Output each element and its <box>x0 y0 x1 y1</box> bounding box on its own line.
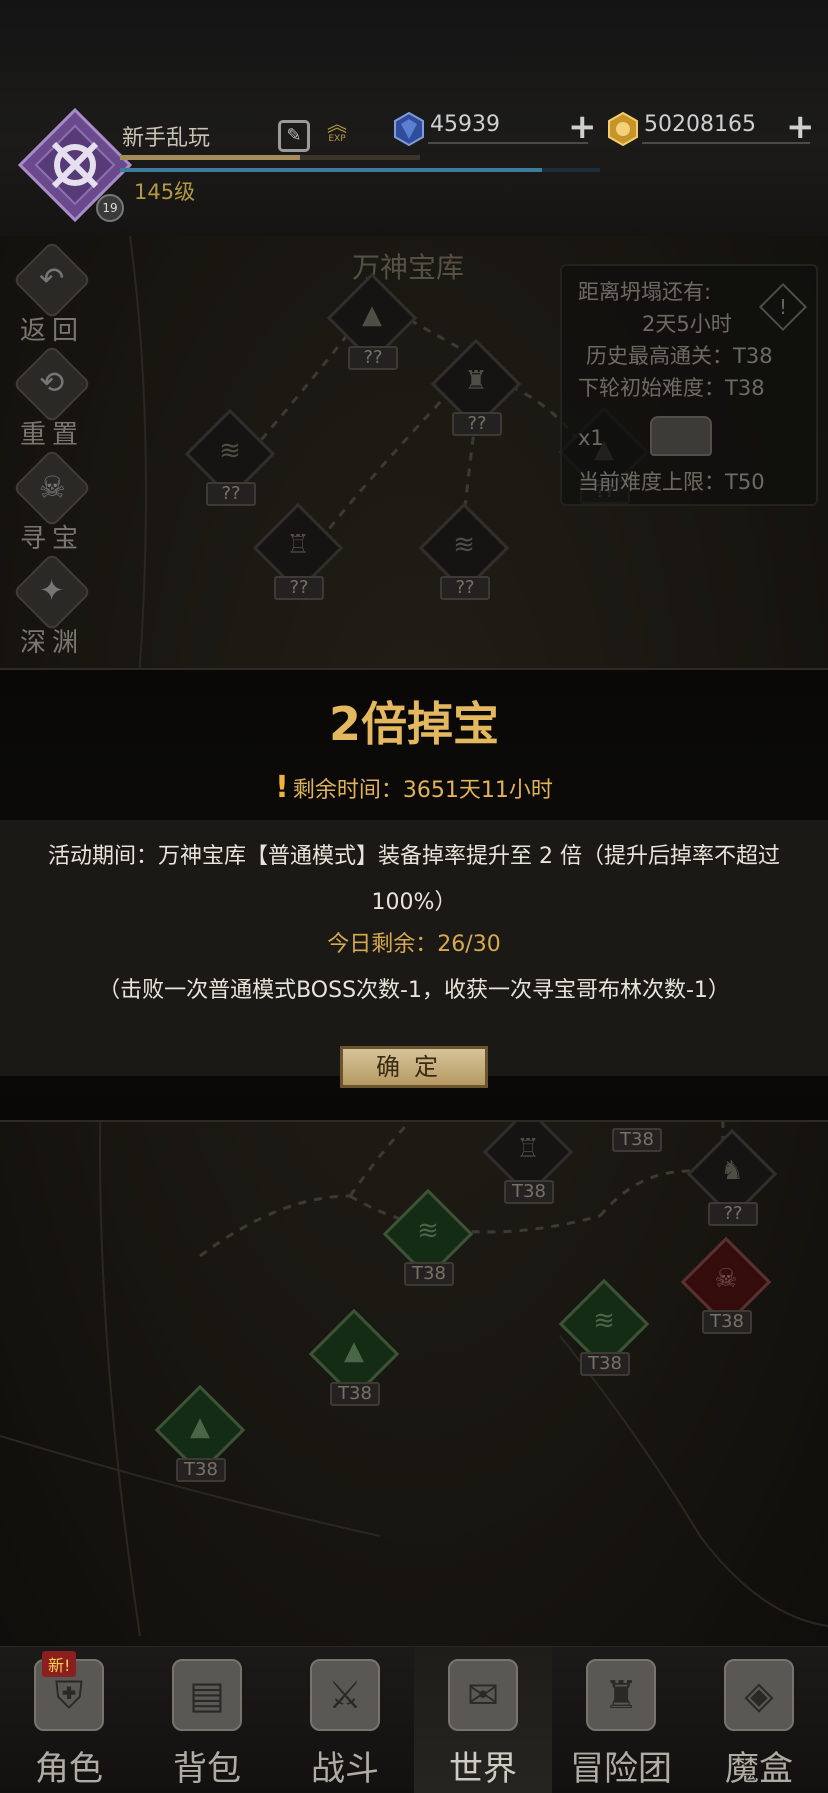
chevron-up-icon: ︽ <box>327 112 347 136</box>
double-drop-dialog: 2倍掉宝 ! 剩余时间：3651天11小时 活动期间：万神宝库【普通模式】装备掉率… <box>0 668 828 1122</box>
backpack-icon: ▤ <box>172 1659 242 1731</box>
dialog-body: 活动期间：万神宝库【普通模式】装备掉率提升至 2 倍（提升后掉率不超过 100%… <box>0 820 828 1076</box>
world-scroll-icon: ✉ <box>448 1659 518 1731</box>
edit-name-icon[interactable]: ✎ <box>278 120 310 152</box>
gold-amount: 50208165 <box>644 112 756 137</box>
nav-backpack[interactable]: ▤ 背包 <box>138 1647 276 1793</box>
player-level: 145级 <box>134 180 196 204</box>
exp-bar <box>120 155 420 160</box>
nav-label: 背包 <box>173 1749 241 1789</box>
remaining-today: 今日剩余：26/30 <box>327 932 501 957</box>
secondary-bar <box>120 168 600 172</box>
diamond-amount: 45939 <box>430 112 500 137</box>
nav-label: 战斗 <box>311 1749 379 1789</box>
player-name: 新手乱玩 <box>122 126 211 151</box>
dialog-title: 2倍掉宝 <box>328 697 499 751</box>
divider <box>428 142 588 144</box>
nav-world[interactable]: ✉ 世界 <box>414 1647 552 1793</box>
sword-shield-icon: ⚔ <box>310 1659 380 1731</box>
secondary-bar-fill <box>120 168 543 172</box>
divider <box>642 142 810 144</box>
exp-bar-fill <box>120 155 300 160</box>
nav-character[interactable]: ⛨ 角色 新! <box>0 1647 138 1793</box>
exp-icon[interactable]: ︽ EXP <box>320 114 354 154</box>
gold-coin-icon <box>608 112 638 146</box>
add-diamond-plus-icon[interactable]: + <box>568 110 597 144</box>
castle-guild-icon: ♜ <box>586 1659 656 1731</box>
add-gold-plus-icon[interactable]: + <box>786 110 815 144</box>
nav-battle[interactable]: ⚔ 战斗 <box>276 1647 414 1793</box>
exclamation-icon: ! <box>275 770 289 805</box>
magic-cube-icon: ◈ <box>724 1659 794 1731</box>
event-description: 活动期间：万神宝库【普通模式】装备掉率提升至 2 倍（提升后掉率不超过 100%… <box>48 844 780 915</box>
nav-label: 冒险团 <box>570 1749 672 1789</box>
exp-label: EXP <box>328 134 346 144</box>
avatar-level-badge: 19 <box>96 194 124 222</box>
top-header: 19 新手乱玩 145级 ✎ ︽ EXP 45939 + 50208165 + <box>0 0 828 236</box>
confirm-button[interactable]: 确定 <box>340 1046 488 1088</box>
blue-crystal-icon <box>394 112 424 146</box>
nav-magic-box[interactable]: ◈ 魔盒 <box>690 1647 828 1793</box>
nav-label: 世界 <box>449 1749 517 1789</box>
bottom-nav: ⛨ 角色 新! ▤ 背包 ⚔ 战斗 ✉ 世界 ♜ 冒险团 ◈ 魔盒 <box>0 1646 828 1793</box>
new-badge: 新! <box>42 1651 77 1677</box>
dialog-timer: ! 剩余时间：3651天11小时 <box>0 770 828 805</box>
event-note: （击败一次普通模式BOSS次数-1，收获一次寻宝哥布林次数-1） <box>98 978 730 1003</box>
nav-label: 角色 <box>35 1749 103 1789</box>
timer-text: 剩余时间：3651天11小时 <box>292 778 553 803</box>
nav-label: 魔盒 <box>725 1749 793 1789</box>
nav-adventure-guild[interactable]: ♜ 冒险团 <box>552 1647 690 1793</box>
